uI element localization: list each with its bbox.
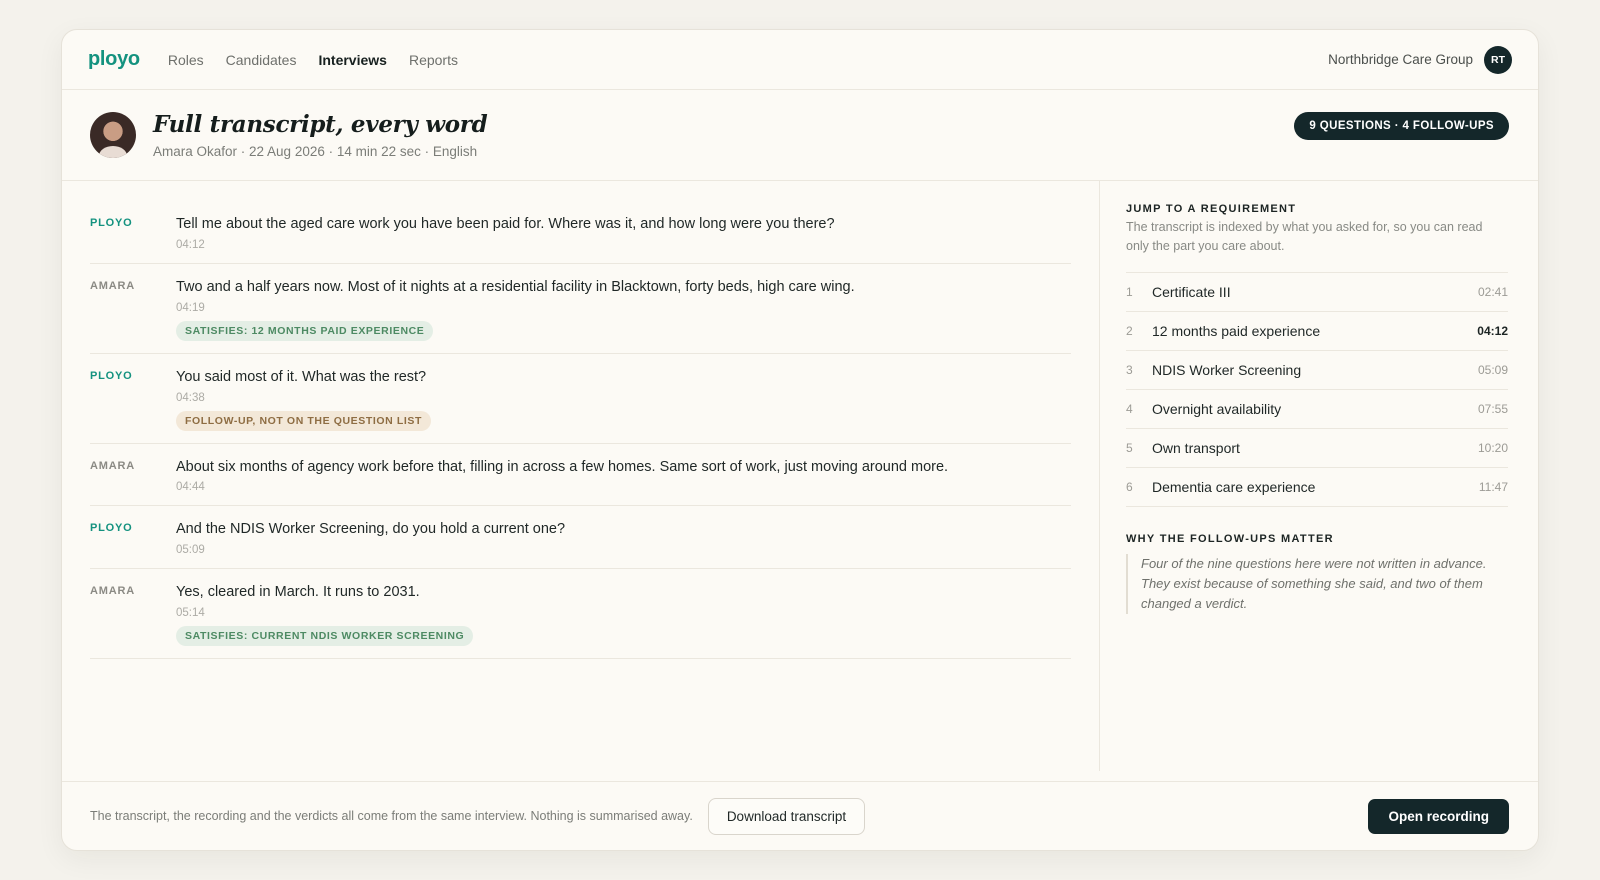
satisfies-tag: SATISFIES: 12 MONTHS PAID EXPERIENCE bbox=[176, 320, 434, 341]
requirement-number: 6 bbox=[1126, 479, 1133, 494]
requirement-number: 4 bbox=[1126, 401, 1133, 416]
requirement-label: Overnight availability bbox=[1152, 400, 1282, 417]
requirement-label: Certificate III bbox=[1152, 283, 1231, 300]
page-title: Full transcript, every word bbox=[153, 111, 488, 138]
requirement-number: 1 bbox=[1126, 284, 1133, 299]
turn-timestamp[interactable]: 04:12 bbox=[176, 239, 1071, 251]
footer-note: The transcript, the recording and the ve… bbox=[90, 809, 693, 823]
turn-timestamp[interactable]: 04:44 bbox=[176, 481, 1071, 493]
transcript-turn: PLOYO And the NDIS Worker Screening, do y… bbox=[90, 506, 1071, 570]
requirement-label: Dementia care experience bbox=[1152, 478, 1316, 495]
speaker-label: AMARA bbox=[90, 585, 135, 598]
logo[interactable]: ployo bbox=[88, 48, 140, 71]
turn-text: And the NDIS Worker Screening, do you ho… bbox=[176, 521, 566, 538]
open-recording-button[interactable]: Open recording bbox=[1368, 798, 1509, 834]
footer-bar: The transcript, the recording and the ve… bbox=[62, 781, 1538, 850]
nav-candidates[interactable]: Candidates bbox=[226, 52, 297, 68]
requirement-list: 1 Certificate III 02:41 2 12 months paid exp… bbox=[1126, 273, 1508, 507]
candidate-avatar bbox=[90, 112, 136, 158]
requirement-number: 5 bbox=[1126, 440, 1133, 455]
requirement-label: NDIS Worker Screening bbox=[1152, 361, 1302, 378]
requirement-time: 07:55 bbox=[1477, 401, 1508, 416]
nav-reports[interactable]: Reports bbox=[409, 52, 458, 68]
requirement-time: 04:12 bbox=[1477, 323, 1508, 338]
turn-text: Two and a half years now. Most of it nig… bbox=[176, 278, 855, 295]
speaker-label: AMARA bbox=[90, 279, 135, 292]
transcript-turn: PLOYO You said most of it. What was the r… bbox=[90, 354, 1071, 444]
org-name: Northbridge Care Group bbox=[1328, 52, 1473, 67]
why-heading: WHY THE FOLLOW-UPS MATTER bbox=[1126, 532, 1334, 545]
turn-timestamp[interactable]: 04:19 bbox=[176, 302, 1071, 314]
requirement-time: 05:09 bbox=[1477, 362, 1508, 377]
requirement-time: 11:47 bbox=[1478, 479, 1508, 494]
transcript-turn: PLOYO Tell me about the aged care work yo… bbox=[90, 201, 1071, 264]
transcript-turn: AMARA Two and a half years now. Most of i… bbox=[90, 264, 1071, 354]
page-header: Full transcript, every word Amara Okafor… bbox=[62, 90, 1538, 181]
requirements-sidebar: JUMP TO A REQUIREMENT The transcript is … bbox=[1100, 181, 1538, 771]
followup-tag: FOLLOW-UP, NOT ON THE QUESTION LIST bbox=[176, 410, 432, 431]
requirement-item[interactable]: 3 NDIS Worker Screening 05:09 bbox=[1126, 351, 1508, 390]
why-quote: Four of the nine questions here were not… bbox=[1126, 553, 1508, 614]
speaker-label: PLOYO bbox=[90, 522, 133, 535]
requirement-label: 12 months paid experience bbox=[1152, 322, 1321, 339]
requirement-time: 10:20 bbox=[1477, 440, 1508, 455]
requirement-time: 02:41 bbox=[1477, 284, 1508, 299]
satisfies-tag: SATISFIES: CURRENT NDIS WORKER SCREENING bbox=[176, 626, 474, 647]
requirement-item[interactable]: 4 Overnight availability 07:55 bbox=[1126, 390, 1508, 429]
turn-timestamp[interactable]: 05:14 bbox=[176, 607, 1071, 619]
turn-text: About six months of agency work before t… bbox=[176, 458, 949, 475]
requirement-number: 2 bbox=[1126, 323, 1133, 338]
turn-text: You said most of it. What was the rest? bbox=[176, 368, 427, 385]
requirement-item[interactable]: 2 12 months paid experience 04:12 bbox=[1126, 312, 1508, 351]
requirement-label: Own transport bbox=[1152, 439, 1240, 456]
requirement-item[interactable]: 6 Dementia care experience 11:47 bbox=[1126, 468, 1508, 507]
jump-heading: JUMP TO A REQUIREMENT bbox=[1126, 203, 1297, 215]
question-count-badge: 9 QUESTIONS · 4 FOLLOW-UPS bbox=[1294, 112, 1509, 140]
turn-text: Tell me about the aged care work you hav… bbox=[176, 216, 835, 232]
app-window: ployo Roles Candidates Interviews Report… bbox=[61, 29, 1539, 851]
transcript-turn: AMARA About six months of agency work bef… bbox=[90, 444, 1071, 507]
transcript-list: PLOYO Tell me about the aged care work yo… bbox=[62, 181, 1100, 771]
requirement-number: 3 bbox=[1126, 362, 1133, 377]
transcript-turn: AMARA Yes, cleared in March. It runs to 2… bbox=[90, 569, 1071, 660]
user-avatar[interactable]: RT bbox=[1484, 45, 1512, 74]
speaker-label: PLOYO bbox=[90, 369, 133, 382]
requirement-item[interactable]: 5 Own transport 10:20 bbox=[1126, 429, 1508, 468]
requirement-item[interactable]: 1 Certificate III 02:41 bbox=[1126, 273, 1508, 312]
turn-timestamp[interactable]: 05:09 bbox=[176, 544, 1071, 556]
nav-roles[interactable]: Roles bbox=[168, 52, 204, 68]
download-transcript-button[interactable]: Download transcript bbox=[707, 797, 866, 835]
turn-text: Yes, cleared in March. It runs to 2031. bbox=[176, 584, 420, 601]
speaker-label: AMARA bbox=[90, 459, 135, 472]
top-nav: ployo Roles Candidates Interviews Report… bbox=[62, 30, 1538, 90]
interview-meta: Amara Okafor · 22 Aug 2026 · 14 min 22 s… bbox=[153, 144, 478, 159]
speaker-label: PLOYO bbox=[90, 217, 133, 229]
nav-interviews[interactable]: Interviews bbox=[318, 52, 386, 68]
turn-timestamp[interactable]: 04:38 bbox=[176, 392, 1071, 404]
jump-description: The transcript is indexed by what you as… bbox=[1126, 218, 1508, 273]
